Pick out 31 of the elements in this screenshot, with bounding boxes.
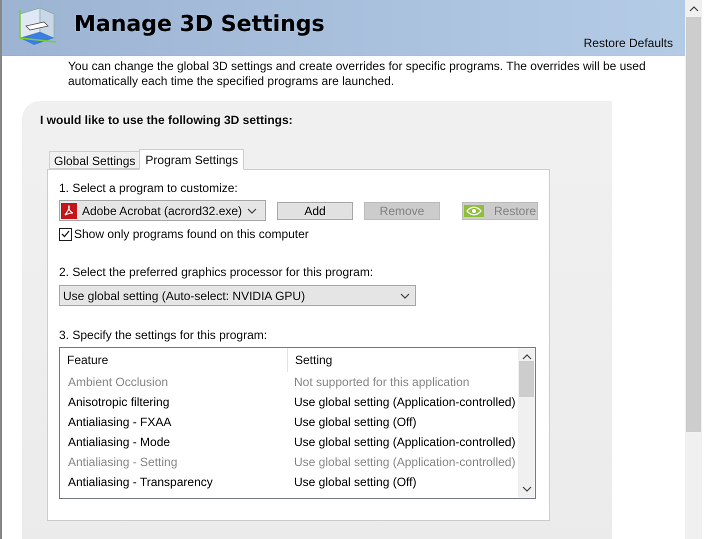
settings-row[interactable]: Antialiasing - Mode Use global setting (Application-controlled)	[60, 432, 518, 452]
scroll-down-icon	[522, 486, 532, 492]
settings-row[interactable]: Antialiasing - Transparency Use global setting (Off)	[60, 472, 518, 492]
scroll-up-icon	[522, 354, 532, 360]
eye-logo-icon	[464, 204, 484, 216]
column-header[interactable]: Feature	[60, 348, 288, 372]
action-button[interactable]: Add	[277, 202, 353, 220]
checkbox[interactable]	[59, 228, 72, 240]
scroll-thumb[interactable]	[686, 17, 701, 432]
tab[interactable]: Global Settings	[49, 151, 140, 169]
scroll-thumb[interactable]	[519, 361, 534, 397]
description-text: You can change the global 3D settings and create overrides for specific programs. The overrides will be used automatically each time the specified programs are launched.	[68, 59, 647, 89]
settings-row[interactable]: Anisotropic filtering Use global setting (Application-controlled)	[60, 392, 518, 412]
pdf-icon	[61, 202, 77, 218]
tab[interactable]: Program Settings	[139, 149, 244, 170]
program-dropdown[interactable]: Adobe Acrobat (acrord32.exe)	[59, 200, 266, 221]
panel-heading: I would like to use the following 3D settings:	[40, 112, 294, 129]
page-scrollbar[interactable]	[685, 0, 702, 539]
field-label: 1. Select a program to customize:	[59, 181, 239, 195]
checkbox-label: Show only programs found on this computer	[74, 226, 309, 243]
scrollbar[interactable]	[518, 348, 535, 498]
processor-dropdown[interactable]: Use global setting (Auto-select: NVIDIA GPU)	[59, 285, 416, 306]
scroll-up-icon	[688, 6, 698, 12]
restore-defaults-link[interactable]: Restore Defaults	[584, 34, 673, 52]
chevron-down-icon	[400, 292, 410, 298]
field-label: 3. Specify the settings for this program:	[59, 328, 268, 342]
field-label: 2. Select the preferred graphics processor for this program:	[59, 265, 374, 279]
column-header[interactable]: Setting	[288, 348, 518, 372]
chevron-down-icon	[247, 208, 257, 214]
page-title: Manage 3D Settings	[74, 11, 325, 39]
settings-row[interactable]: Antialiasing - FXAA Use global setting (Off)	[60, 412, 518, 432]
